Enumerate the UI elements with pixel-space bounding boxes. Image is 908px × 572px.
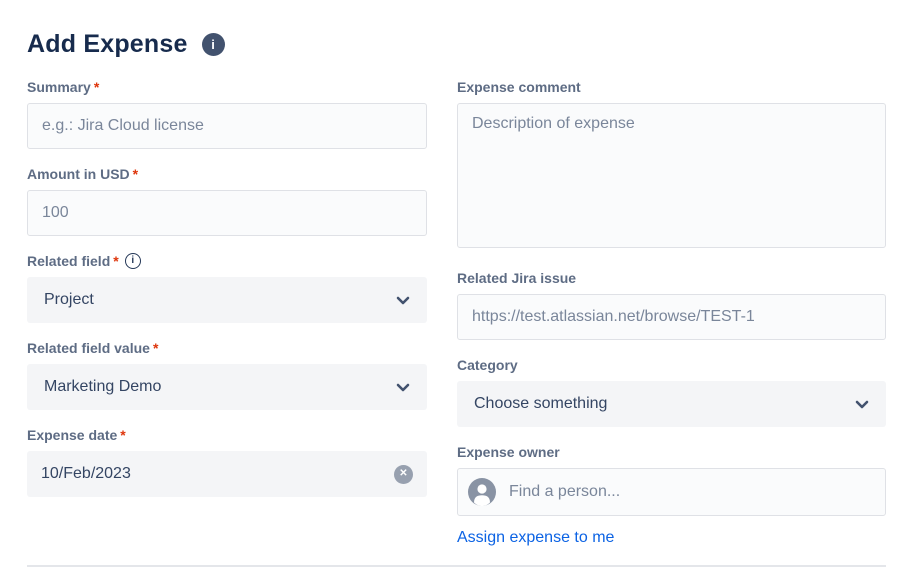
category-group: Category Choose something (457, 357, 886, 427)
expense-owner-group: Expense owner Assign expense to me (457, 444, 886, 547)
expense-date-value: 10/Feb/2023 (41, 465, 131, 483)
expense-date-input[interactable]: 10/Feb/2023 ✕ (27, 451, 427, 497)
clear-date-icon[interactable]: ✕ (394, 465, 413, 484)
summary-field-group: Summary * (27, 79, 427, 149)
required-marker: * (133, 166, 138, 182)
related-field-value-group: Related field value * Marketing Demo (27, 340, 427, 410)
expense-comment-group: Expense comment (457, 79, 886, 253)
amount-input[interactable] (27, 190, 427, 236)
category-selected-value: Choose something (474, 395, 607, 413)
title-info-icon[interactable]: i (202, 33, 225, 56)
expense-form: Summary * Amount in USD * Related field … (27, 79, 886, 547)
chevron-down-icon (855, 400, 869, 409)
required-marker: * (113, 253, 118, 269)
expense-owner-picker[interactable] (457, 468, 886, 516)
related-field-value-selected: Marketing Demo (44, 378, 161, 396)
person-avatar-icon (468, 478, 496, 506)
form-right-column: Expense comment Related Jira issue Categ… (457, 79, 886, 547)
required-marker: * (94, 79, 99, 95)
expense-owner-label: Expense owner (457, 444, 560, 460)
summary-label: Summary (27, 79, 91, 95)
related-field-group: Related field * i Project (27, 253, 427, 323)
related-field-select[interactable]: Project (27, 277, 427, 323)
form-left-column: Summary * Amount in USD * Related field … (27, 79, 427, 514)
expense-owner-input[interactable] (509, 483, 875, 501)
expense-comment-label: Expense comment (457, 79, 581, 95)
expense-comment-textarea[interactable] (457, 103, 886, 248)
expense-date-group: Expense date * 10/Feb/2023 ✕ (27, 427, 427, 497)
category-select[interactable]: Choose something (457, 381, 886, 427)
chevron-down-icon (396, 296, 410, 305)
amount-field-group: Amount in USD * (27, 166, 427, 236)
related-field-value-label: Related field value (27, 340, 150, 356)
related-jira-issue-group: Related Jira issue (457, 270, 886, 340)
page-title: Add Expense (27, 30, 188, 59)
related-field-selected-value: Project (44, 291, 94, 309)
expense-date-label: Expense date (27, 427, 117, 443)
add-expense-page: Add Expense i Summary * Amount in USD * (0, 0, 908, 572)
required-marker: * (120, 427, 125, 443)
assign-expense-to-me-link[interactable]: Assign expense to me (457, 529, 614, 547)
related-field-value-select[interactable]: Marketing Demo (27, 364, 427, 410)
bottom-divider (27, 565, 886, 567)
related-field-label: Related field (27, 253, 110, 269)
amount-label: Amount in USD (27, 166, 130, 182)
category-label: Category (457, 357, 518, 373)
summary-input[interactable] (27, 103, 427, 149)
page-header: Add Expense i (27, 30, 886, 59)
related-jira-issue-input[interactable] (457, 294, 886, 340)
chevron-down-icon (396, 383, 410, 392)
related-field-info-icon[interactable]: i (125, 253, 141, 269)
related-jira-issue-label: Related Jira issue (457, 270, 576, 286)
required-marker: * (153, 340, 158, 356)
